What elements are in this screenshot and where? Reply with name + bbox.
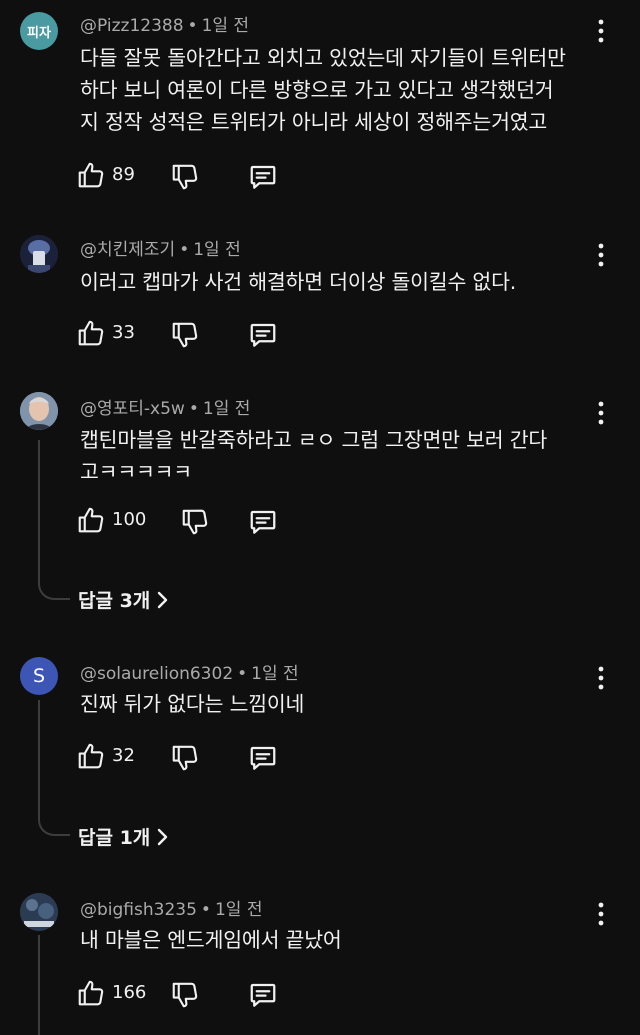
comment-meta: @영포티-x5w • 1일 전 (80, 399, 251, 419)
comment-icon[interactable] (248, 162, 278, 192)
thumb-down-icon[interactable] (170, 743, 200, 773)
comment-author[interactable]: @solaurelion6302 (80, 664, 233, 684)
comment-actions: 33 (76, 318, 336, 350)
avatar-image (20, 392, 58, 430)
comment-icon[interactable] (248, 743, 278, 773)
view-replies-button[interactable]: 답글 3개 (78, 586, 168, 613)
comment-text: 다들 잘못 돌아간다고 외치고 있었는데 자기들이 트위터만 하다 보니 여론이… (80, 46, 566, 134)
like-count: 89 (112, 164, 135, 185)
more-vertical-icon[interactable] (592, 400, 610, 426)
comment-time: 1일 전 (214, 900, 263, 920)
comment-text: 진짜 뒤가 없다는 느낌이네 (80, 692, 305, 716)
thumb-down-icon[interactable] (170, 980, 200, 1010)
avatar[interactable] (20, 392, 58, 430)
comment-author[interactable]: @영포티-x5w (80, 399, 185, 419)
comment-actions: 166 (76, 978, 336, 1010)
avatar-initials: 피자 (27, 25, 51, 41)
comment-text: 내 마블은 엔드게임에서 끝났어 (80, 928, 342, 952)
thumb-up-icon[interactable] (76, 160, 106, 190)
comment-actions: 32 (76, 741, 336, 773)
comment-actions: 100 (76, 505, 336, 537)
more-vertical-icon[interactable] (592, 242, 610, 268)
comment-author[interactable]: @Pizz12388 (80, 16, 184, 36)
like-count: 33 (112, 322, 135, 343)
avatar[interactable] (20, 235, 58, 273)
comment-time: 1일 전 (193, 240, 241, 260)
avatar-initials: S (32, 665, 46, 687)
avatar-image (20, 235, 58, 273)
comment-meta: @bigfish3235 • 1일 전 (80, 900, 263, 920)
more-vertical-icon[interactable] (592, 18, 610, 44)
like-count: 166 (112, 982, 147, 1003)
replies-label: 답글 1개 (78, 827, 151, 849)
comment-time: 1일 전 (201, 16, 250, 36)
comment-text: 캡틴마블을 반갈죽하라고 ㄹㅇ 그럼 그장면만 보러 간다 고ㅋㅋㅋㅋㅋ (80, 428, 548, 484)
replies-label: 답글 3개 (78, 590, 151, 612)
comment-icon[interactable] (248, 320, 278, 350)
thumb-down-icon[interactable] (170, 162, 200, 192)
thread-line (38, 935, 70, 1035)
thread-line (38, 700, 70, 836)
comment-icon[interactable] (248, 507, 278, 537)
comment-meta: @치킨제조기 • 1일 전 (80, 240, 241, 260)
thumb-down-icon[interactable] (180, 507, 210, 537)
thumb-down-icon[interactable] (170, 320, 200, 350)
thumb-up-icon[interactable] (76, 978, 106, 1008)
comment-meta: @Pizz12388 • 1일 전 (80, 16, 250, 36)
thumb-up-icon[interactable] (76, 741, 106, 771)
avatar[interactable]: S (20, 657, 58, 695)
thumb-up-icon[interactable] (76, 505, 106, 535)
comment-author[interactable]: @치킨제조기 (80, 240, 175, 260)
avatar-image (20, 893, 58, 931)
chevron-right-icon (156, 590, 168, 610)
comment-actions: 89 (76, 160, 336, 192)
like-count: 100 (112, 509, 147, 530)
thread-line (38, 440, 70, 600)
avatar[interactable]: 피자 (20, 12, 58, 50)
thumb-up-icon[interactable] (76, 318, 106, 348)
comment-text: 이러고 캡마가 사건 해결하면 더이상 돌이킬수 없다. (80, 270, 517, 294)
like-count: 32 (112, 745, 135, 766)
comment-author[interactable]: @bigfish3235 (80, 900, 197, 920)
chevron-right-icon (156, 827, 168, 847)
comment-time: 1일 전 (251, 664, 299, 684)
comment-icon[interactable] (248, 980, 278, 1010)
comment-meta: @solaurelion6302 • 1일 전 (80, 664, 299, 684)
view-replies-button[interactable]: 답글 1개 (78, 823, 168, 850)
avatar[interactable] (20, 893, 58, 931)
comment-time: 1일 전 (202, 399, 251, 419)
